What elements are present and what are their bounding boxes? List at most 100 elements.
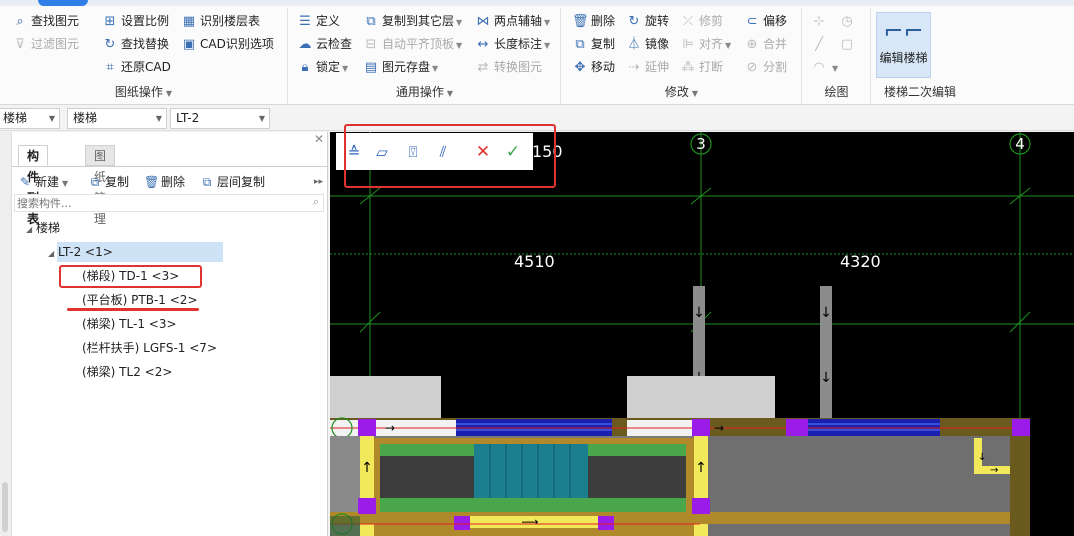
divider [12, 166, 328, 167]
landing-block [330, 376, 441, 420]
drawing-canvas[interactable]: ↓ ↓ ↓ ↓ → → ↑ ↑ [330, 132, 1074, 536]
component-search: ⌕ [14, 194, 324, 212]
group-title-drawing-ops: 图纸操作 [114, 85, 163, 99]
trim-button[interactable]: ⤫ 修剪 [680, 11, 723, 31]
chevron-down-icon: ▼ [432, 64, 439, 73]
search-icon[interactable]: ⌕ [313, 195, 319, 209]
new-button[interactable]: ✎ 新建 ▼ [18, 172, 68, 192]
align-slab-icon: ⊟ [365, 37, 377, 52]
filter-element-button[interactable]: ⊽ 过滤图元 [12, 34, 79, 54]
annotation-red-box [59, 265, 202, 288]
panel-delete-button[interactable]: 🗑︎ 删除 [144, 172, 185, 192]
expand-icon[interactable]: ◢ [26, 220, 36, 240]
two-point-axis-button[interactable]: ⋈ 两点辅轴 ▼ [475, 11, 551, 31]
tree-node-selected[interactable]: ◢ LT-2 <1> [48, 242, 113, 262]
circle-tool-button[interactable]: ◷ [839, 11, 858, 31]
define-icon: ☰ [299, 14, 311, 29]
find-replace-button[interactable]: ↻ 查找替换 [102, 34, 169, 54]
gutter-scrollbar[interactable] [2, 482, 8, 532]
expand-icon[interactable]: ◢ [48, 244, 58, 264]
restore-icon: ⌗ [106, 60, 114, 75]
floor-copy-button[interactable]: ⧉ 层间复制 [200, 172, 265, 192]
trash-icon: 🗑︎ [144, 175, 160, 189]
set-scale-button[interactable]: ⊞ 设置比例 [102, 11, 169, 31]
tab-component-list[interactable]: 构件列表 [18, 145, 49, 226]
tree-item[interactable]: (平台板) PTB-1 <2> [82, 290, 198, 310]
panel-copy-button[interactable]: ⧉ 复制 [88, 172, 129, 192]
point-tool-button[interactable]: ⊹ [811, 11, 830, 31]
copy-icon: ⧉ [575, 37, 585, 52]
type-select[interactable]: 楼梯 ▼ [67, 108, 167, 129]
tree-item[interactable]: (梯梁) TL-1 <3> [82, 314, 177, 334]
edit-stair-button[interactable]: ⌐⌐ 编辑楼梯 [876, 12, 931, 78]
restore-cad-button[interactable]: ⌗ 还原CAD [102, 57, 171, 77]
member-select[interactable]: LT-2 ▼ [170, 108, 270, 129]
merge-button[interactable]: ⊕ 合并 [744, 34, 787, 54]
mirror-button[interactable]: ⏃ 镜像 [626, 34, 669, 54]
auto-align-slab-button[interactable]: ⊟ 自动平齐顶板 ▼ [363, 34, 463, 54]
split-button[interactable]: ⊘ 分割 [744, 57, 787, 77]
tree-item[interactable]: (梯梁) TL2 <2> [82, 362, 172, 382]
filter-icon: ⊽ [15, 37, 25, 52]
rotate-button[interactable]: ↻ 旋转 [626, 11, 669, 31]
copy-button[interactable]: ⧉ 复制 [572, 34, 615, 54]
table-icon: ▦ [182, 14, 196, 29]
arrow-right-icon: → [714, 421, 724, 435]
extend-icon: ⇢ [628, 60, 640, 75]
chevron-down-icon[interactable]: ▼ [692, 89, 698, 98]
column-marker [358, 498, 376, 514]
find-element-button[interactable]: ⌕ 查找图元 [12, 11, 79, 31]
close-icon[interactable]: ✕ [314, 132, 324, 146]
align-button[interactable]: ⊫ 对齐 ▼ [680, 34, 731, 54]
chevron-down-icon[interactable]: ▼ [447, 89, 453, 98]
chevron-down-icon[interactable]: ▼ [166, 89, 172, 98]
circle-icon: ◷ [841, 14, 853, 29]
chevron-down-icon: ▼ [832, 64, 839, 73]
move-button[interactable]: ✥ 移动 [572, 57, 615, 77]
break-icon: ⁂ [681, 60, 695, 75]
define-button[interactable]: ☰ 定义 [297, 11, 340, 31]
landing-block [627, 376, 775, 420]
active-ribbon-tab[interactable] [38, 0, 88, 6]
align-icon: ⊫ [682, 37, 694, 52]
arrow-down-icon: ↓ [820, 305, 832, 321]
cad-icon: ▣ [182, 37, 196, 52]
chevron-down-icon: ▼ [155, 114, 162, 123]
convert-icon: ⇄ [477, 60, 489, 75]
chevron-down-icon: ▼ [258, 114, 265, 123]
column-marker [786, 419, 808, 436]
arrow-down-icon: ↓ [820, 370, 832, 386]
tree-item[interactable]: (栏杆扶手) LGFS-1 <7> [82, 338, 217, 358]
more-icon[interactable]: ▸▸ [314, 172, 323, 192]
arrow-right-icon: → [385, 421, 395, 435]
convert-element-button[interactable]: ⇄ 转换图元 [475, 57, 542, 77]
save-element-button[interactable]: ▤ 图元存盘 ▼ [363, 57, 438, 77]
arrow-right-icon: → [990, 465, 998, 476]
length-dimension-button[interactable]: ↔ 长度标注 ▼ [475, 34, 551, 54]
tree-root[interactable]: ◢ 楼梯 [26, 218, 60, 238]
dimension-icon: ↔ [477, 37, 489, 52]
chevron-down-icon: ▼ [544, 18, 551, 27]
delete-button[interactable]: 🗑︎ 删除 [572, 11, 615, 31]
search-input[interactable] [15, 195, 295, 211]
extend-button[interactable]: ⇢ 延伸 [626, 57, 669, 77]
group-title-general-ops: 通用操作 [395, 85, 444, 99]
identify-floor-table-button[interactable]: ▦ 识别楼层表 [181, 11, 260, 31]
annotation-red-underline [67, 308, 199, 311]
trash-icon: 🗑︎ [572, 14, 589, 29]
lock-button[interactable]: 🔒︎ 锁定 ▼ [297, 57, 349, 77]
category-select[interactable]: 楼梯 ▼ [0, 108, 60, 129]
line-tool-button[interactable]: ╱ [811, 34, 830, 54]
trim-icon: ⤫ [682, 14, 694, 29]
chevron-down-icon: ▼ [48, 114, 55, 123]
offset-button[interactable]: ⊂ 偏移 [744, 11, 787, 31]
break-button[interactable]: ⁂ 打断 [680, 57, 724, 77]
cad-options-button[interactable]: ▣ CAD识别选项 [181, 34, 274, 54]
tab-drawing-management[interactable]: 图纸管理 [85, 145, 116, 226]
copy-to-other-floor-button[interactable]: ⧉ 复制到其它层 ▼ [363, 11, 462, 31]
left-gutter [0, 132, 12, 536]
arc-tool-button[interactable]: ◠ ▼ [811, 57, 838, 77]
arrow-up-icon: ↑ [361, 460, 373, 476]
cloud-check-button[interactable]: ☁ 云检查 [297, 34, 353, 54]
rectangle-tool-button[interactable]: ▢ [839, 34, 858, 54]
